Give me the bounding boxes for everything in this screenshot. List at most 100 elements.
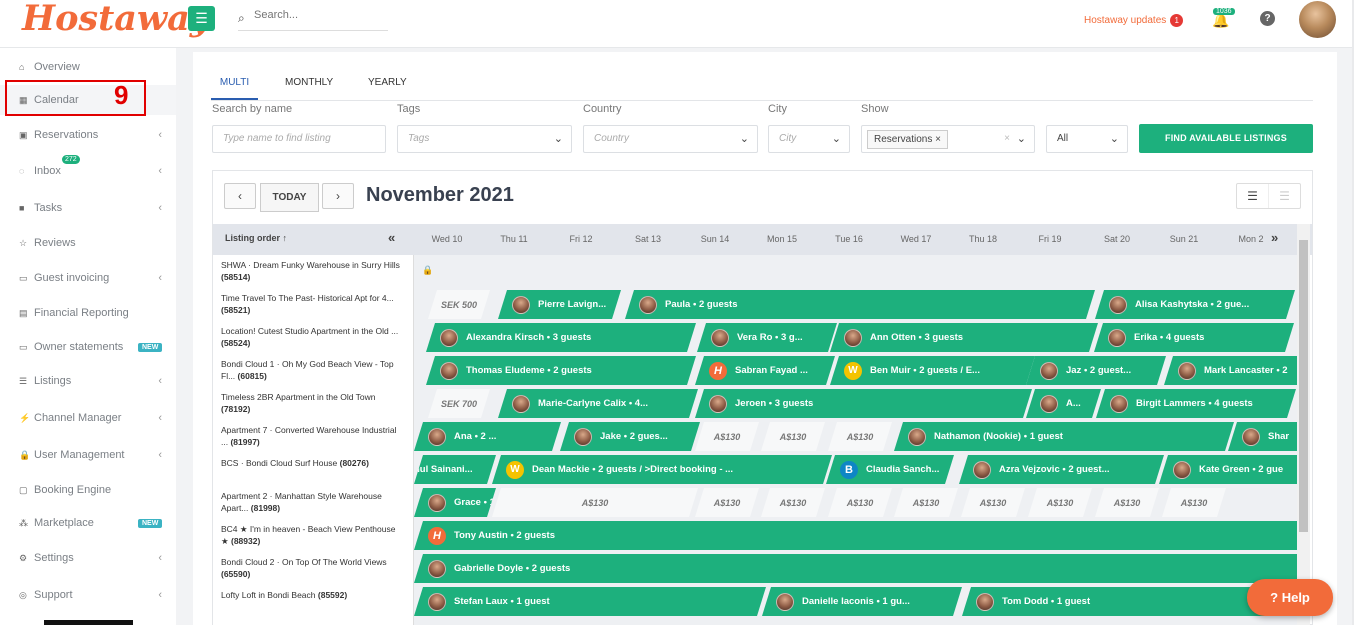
hostaway-updates-link[interactable]: Hostaway updates 1 — [1084, 14, 1184, 27]
country-select[interactable]: Country ⌄ — [583, 125, 758, 153]
reservation-bar[interactable]: Gabrielle Doyle • 2 guests — [414, 554, 1297, 583]
reservation-bar[interactable]: Ana • 2 ... — [414, 422, 561, 451]
price-cell[interactable]: SEK 500 — [428, 290, 490, 319]
reservation-bar[interactable]: Alisa Kashytska • 2 gue... — [1095, 290, 1295, 319]
reservation-bar[interactable]: Marie-Carlyne Calix • 4... — [498, 389, 698, 418]
reservation-bar[interactable]: Jeroen • 3 guests — [695, 389, 1032, 418]
listing-name[interactable]: Sub Penthouse with sea views ... — [213, 618, 414, 625]
today-button[interactable]: TODAY — [260, 183, 319, 212]
reservation-bar[interactable]: Jaz • 2 guest... — [1026, 356, 1166, 385]
price-cell[interactable]: A$130 — [1162, 488, 1226, 517]
user-avatar[interactable] — [1299, 1, 1336, 38]
reservation-bar[interactable]: Thomas Eludeme • 2 guests — [426, 356, 696, 385]
sidebar-item-tasks[interactable]: ■ Tasks ‹ — [0, 193, 176, 223]
listing-order-sort[interactable]: Listing order ↑ — [225, 233, 287, 243]
reservation-bar[interactable]: Stefan Laux • 1 guest — [414, 587, 766, 616]
sidebar-item-marketplace[interactable]: ⁂ Marketplace NEW — [0, 508, 176, 538]
reservation-bar[interactable]: Erika • 4 guests — [1094, 323, 1294, 352]
listing-name[interactable]: Apartment 7 · Converted Warehouse Indust… — [213, 420, 414, 453]
scrollbar-thumb[interactable] — [1299, 240, 1308, 532]
reservation-bar[interactable]: Paula • 2 guests — [625, 290, 1095, 319]
sidebar-item-reservations[interactable]: ▣ Reservations ‹ — [0, 120, 176, 150]
price-cell[interactable]: A$130 — [695, 488, 759, 517]
listing-name[interactable]: Time Travel To The Past- Historical Apt … — [213, 288, 414, 321]
tab-yearly[interactable]: YEARLY — [368, 72, 407, 100]
price-cell[interactable]: A$130 — [761, 422, 825, 451]
hostaway-logo[interactable]: Hostaway — [22, 0, 210, 39]
reservation-bar[interactable]: Azra Vejzovic • 2 guest... — [959, 455, 1164, 484]
reservation-bar[interactable]: W Ben Muir • 2 guests / E... — [830, 356, 1035, 385]
find-available-listings-button[interactable]: FIND AVAILABLE LISTINGS — [1139, 124, 1313, 153]
sidebar-item-user-management[interactable]: 🔒 User Management ‹ — [0, 440, 176, 470]
listing-name[interactable]: Timeless 2BR Apartment in the Old Town (… — [213, 387, 414, 420]
reservation-bar[interactable]: A... — [1026, 389, 1101, 418]
price-cell[interactable]: SEK 700 — [428, 389, 490, 418]
reservation-bar[interactable]: Alexandra Kirsch • 3 guests — [426, 323, 696, 352]
listing-name-field[interactable]: Type name to find listing — [212, 125, 386, 153]
listing-name[interactable]: BCS · Bondi Cloud Surf House (80276) — [213, 453, 414, 486]
price-cell[interactable]: A$130 — [492, 488, 698, 517]
help-icon[interactable]: ? — [1260, 11, 1275, 26]
scroll-left-icon[interactable]: « — [388, 230, 395, 245]
listing-name[interactable]: Apartment 2 · Manhattan Style Warehouse … — [213, 486, 414, 519]
sidebar-item-channel-manager[interactable]: ⚡ Channel Manager ‹ — [0, 403, 176, 433]
reservation-bar[interactable]: B Claudia Sanch... — [826, 455, 954, 484]
prev-month-button[interactable]: ‹ — [224, 183, 256, 209]
sidebar-item-inbox[interactable]: ◌ Inbox ‹ 272 — [0, 155, 176, 186]
reservation-bar[interactable]: W Dean Mackie • 2 guests / >Direct bookin… — [492, 455, 832, 484]
reservation-bar[interactable]: Shar — [1228, 422, 1297, 451]
listing-name[interactable]: BC4 ★ I'm in heaven - Beach View Penthou… — [213, 519, 414, 552]
city-select[interactable]: City ⌄ — [768, 125, 850, 153]
reservation-bar[interactable]: Danielle Iaconis • 1 gu... — [762, 587, 962, 616]
reservation-bar[interactable]: H Tony Austin • 2 guests — [414, 521, 1297, 550]
reservation-bar[interactable]: Pierre Lavign... — [498, 290, 621, 319]
reservation-bar[interactable]: Kate Green • 2 gue — [1159, 455, 1297, 484]
reservation-bar[interactable]: Ann Otten • 3 guests — [830, 323, 1098, 352]
compact-view-icon[interactable]: ☰ — [1268, 184, 1300, 208]
sidebar-item-overview[interactable]: ⌂ Overview — [0, 52, 176, 82]
all-select[interactable]: All ⌄ — [1046, 125, 1128, 153]
listing-name[interactable]: Bondi Cloud 1 · Oh My God Beach View - T… — [213, 354, 414, 387]
sidebar-item-listings[interactable]: ☰ Listings ‹ — [0, 366, 176, 396]
tags-select[interactable]: Tags ⌄ — [397, 125, 572, 153]
sidebar-item-support[interactable]: ◎ Support ‹ — [0, 580, 176, 610]
listing-name[interactable]: Bondi Cloud 2 · On Top Of The World View… — [213, 552, 414, 585]
reservation-bar[interactable]: H Sabran Fayad ... — [695, 356, 835, 385]
next-month-button[interactable]: › — [322, 183, 354, 209]
tab-monthly[interactable]: MONTHLY — [285, 72, 333, 100]
price-cell[interactable]: A$130 — [961, 488, 1025, 517]
listing-name[interactable]: Location! Cutest Studio Apartment in the… — [213, 321, 414, 354]
price-cell[interactable]: A$130 — [828, 422, 892, 451]
menu-toggle-button[interactable]: ☰ — [188, 6, 215, 31]
sidebar-item-guest-invoicing[interactable]: ▭ Guest invoicing ‹ — [0, 263, 176, 293]
sidebar-item-settings[interactable]: ⚙ Settings ‹ — [0, 543, 176, 573]
price-cell[interactable]: A$130 — [695, 422, 759, 451]
list-view-icon[interactable]: ☰ — [1237, 184, 1268, 208]
global-search-input[interactable] — [254, 9, 384, 21]
price-cell[interactable]: A$130 — [761, 488, 825, 517]
price-cell[interactable]: A$130 — [828, 488, 892, 517]
reservation-bar[interactable]: hul Sainani... — [414, 455, 496, 484]
listing-name[interactable]: Lofty Loft in Bondi Beach (85592) — [213, 585, 414, 618]
price-cell[interactable]: A$130 — [1028, 488, 1092, 517]
chip-remove-icon[interactable]: × — [935, 134, 941, 145]
reservation-bar[interactable]: Jake • 2 gues... — [560, 422, 700, 451]
reservation-bar[interactable]: Grace • 1 guest — [414, 488, 496, 517]
help-button[interactable]: ? Help — [1247, 579, 1333, 616]
sidebar-item-reviews[interactable]: ☆ Reviews — [0, 228, 176, 258]
reservation-bar[interactable]: Mark Lancaster • 2 — [1164, 356, 1297, 385]
price-cell[interactable]: A$130 — [1095, 488, 1159, 517]
sidebar-item-owner-statements[interactable]: ▭ Owner statements NEW — [0, 332, 176, 362]
clear-icon[interactable]: × — [1004, 126, 1010, 152]
sidebar-item-booking-engine[interactable]: ▢ Booking Engine — [0, 475, 176, 505]
show-select[interactable]: Reservations × × ⌄ — [861, 125, 1035, 153]
table-row: SHWA · Dream Funky Warehouse in Surry Hi… — [213, 255, 1297, 288]
price-cell[interactable]: A$130 — [894, 488, 958, 517]
reservation-bar[interactable]: Vera Ro • 3 g... — [697, 323, 837, 352]
listing-name[interactable]: SHWA · Dream Funky Warehouse in Surry Hi… — [213, 255, 414, 288]
sidebar-item-financial-reporting[interactable]: ▤ Financial Reporting — [0, 298, 176, 328]
reservation-bar[interactable]: Nathamon (Nookie) • 1 guest — [894, 422, 1234, 451]
tab-multi[interactable]: MULTI — [211, 72, 258, 100]
show-chip[interactable]: Reservations × — [867, 130, 948, 149]
reservation-bar[interactable]: Birgit Lammers • 4 guests — [1096, 389, 1296, 418]
